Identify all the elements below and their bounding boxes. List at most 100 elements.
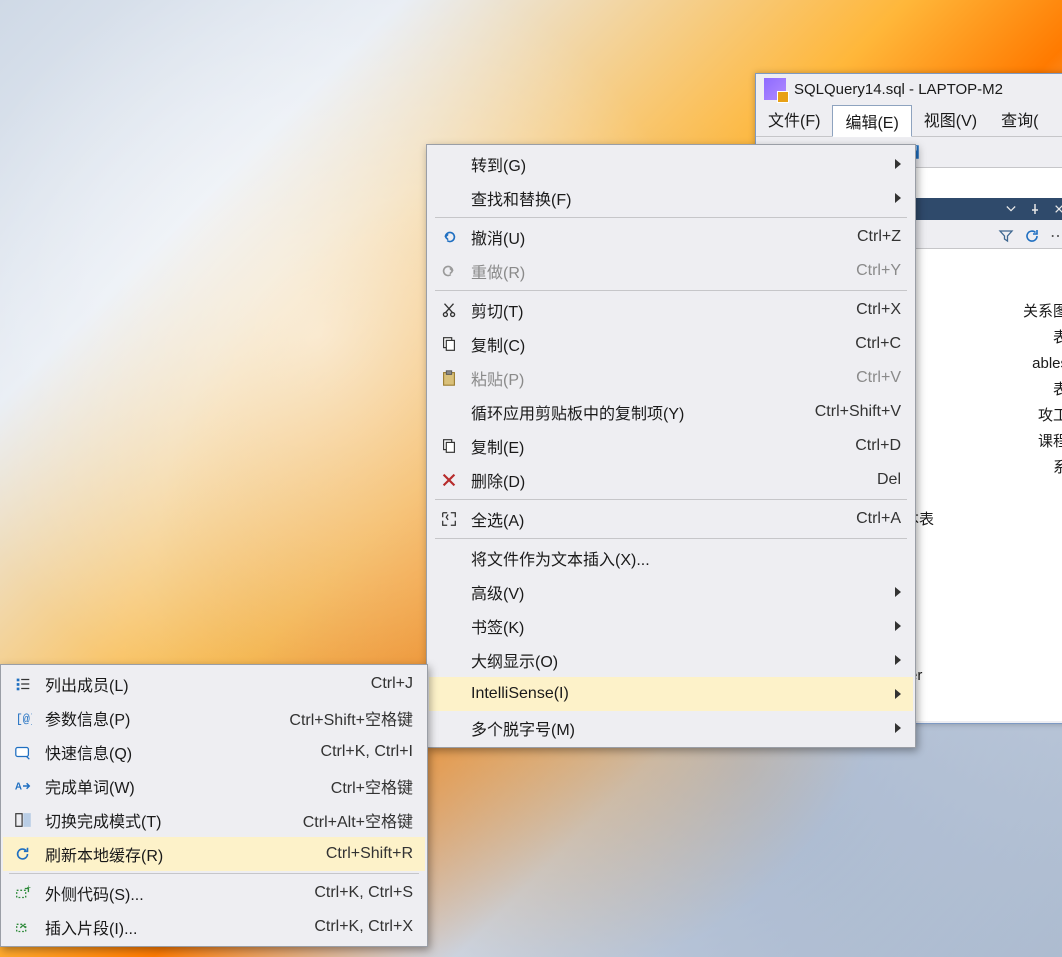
intellisense-item-5[interactable]: 刷新本地缓存(R) Ctrl+Shift+R [3, 837, 425, 871]
menu-item-label: 粘贴(P) [471, 366, 848, 390]
edit-menu-item-19[interactable]: IntelliSense(I) [429, 677, 913, 711]
edit-menu-item-3[interactable]: 撤消(U) Ctrl+Z [429, 220, 913, 254]
menu-item-label: 完成单词(W) [45, 774, 323, 798]
menu-item-shortcut: Ctrl+Z [857, 228, 901, 246]
snippet-icon [9, 918, 37, 936]
menu-item-label: 删除(D) [471, 468, 869, 492]
svg-text:+: + [27, 884, 31, 891]
menu-item-label: IntelliSense(I) [471, 685, 879, 703]
edit-menu-item-16[interactable]: 高级(V) [429, 575, 913, 609]
submenu-arrow-icon [895, 159, 901, 169]
menu-item-shortcut: Ctrl+Y [856, 262, 901, 280]
menu-item-shortcut: Ctrl+Shift+R [326, 845, 413, 863]
menu-item-label: 重做(R) [471, 259, 848, 283]
redo-icon [435, 262, 463, 280]
menu-item-shortcut: Del [877, 471, 901, 489]
intellisense-item-4[interactable]: 切换完成模式(T) Ctrl+Alt+空格键 [3, 803, 425, 837]
menu-item-shortcut: Ctrl+A [856, 510, 901, 528]
menu-item-label: 切换完成模式(T) [45, 808, 295, 832]
submenu-arrow-icon [895, 193, 901, 203]
delete-icon [435, 471, 463, 489]
menu-item-label: 刷新本地缓存(R) [45, 842, 318, 866]
edit-menu-item-17[interactable]: 书签(K) [429, 609, 913, 643]
menu-item-shortcut: Ctrl+V [856, 369, 901, 387]
menu-separator [435, 217, 907, 218]
intellisense-item-1[interactable]: [@]参数信息(P)Ctrl+Shift+空格键 [3, 701, 425, 735]
edit-menu-item-18[interactable]: 大纲显示(O) [429, 643, 913, 677]
menu-item-label: 循环应用剪贴板中的复制项(Y) [471, 400, 807, 424]
menu-item-label: 转到(G) [471, 152, 879, 176]
close-icon[interactable] [1050, 200, 1062, 218]
refresh-icon [9, 845, 37, 863]
edit-menu-item-7[interactable]: 复制(C) Ctrl+C [429, 327, 913, 361]
submenu-arrow-icon [895, 689, 901, 699]
menubar-item-3[interactable]: 查询( [989, 104, 1050, 136]
more-icon[interactable]: ⋯ [1048, 226, 1062, 246]
menu-separator [435, 499, 907, 500]
menu-item-label: 书签(K) [471, 614, 879, 638]
svg-text:A: A [15, 782, 22, 793]
menu-item-label: 列出成员(L) [45, 672, 363, 696]
edit-menu-item-10[interactable]: 复制(E) Ctrl+D [429, 429, 913, 463]
refresh-icon[interactable] [1022, 226, 1042, 246]
param-info-icon: [@] [9, 709, 37, 727]
menu-item-shortcut: Ctrl+D [855, 437, 901, 455]
title-bar[interactable]: SQLQuery14.sql - LAPTOP-M2 [756, 74, 1062, 104]
copy-icon [435, 335, 463, 353]
menu-item-shortcut: Ctrl+Shift+V [815, 403, 901, 421]
menu-item-label: 撤消(U) [471, 225, 849, 249]
intellisense-submenu: 列出成员(L)Ctrl+J[@]参数信息(P)Ctrl+Shift+空格键快速信… [0, 664, 428, 947]
menu-item-label: 大纲显示(O) [471, 648, 879, 672]
menubar-item-2[interactable]: 视图(V) [912, 104, 989, 136]
intellisense-item-0[interactable]: 列出成员(L) Ctrl+J [3, 667, 425, 701]
menu-item-shortcut: Ctrl+X [856, 301, 901, 319]
intellisense-item-3[interactable]: A 完成单词(W) Ctrl+空格键 [3, 769, 425, 803]
intellisense-item-8[interactable]: 插入片段(I)...Ctrl+K, Ctrl+X [3, 910, 425, 944]
app-icon [764, 78, 786, 100]
menubar: 文件(F)编辑(E)视图(V)查询( [756, 104, 1062, 137]
filter-icon[interactable] [996, 226, 1016, 246]
menu-item-label: 高级(V) [471, 580, 879, 604]
edit-menu-item-4: 重做(R) Ctrl+Y [429, 254, 913, 288]
menu-item-label: 快速信息(Q) [45, 740, 313, 764]
chevron-down-icon[interactable] [1002, 200, 1020, 218]
menu-item-shortcut: Ctrl+C [855, 335, 901, 353]
toggle-completion-icon [9, 811, 37, 829]
menu-item-label: 插入片段(I)... [45, 915, 306, 939]
edit-menu-item-6[interactable]: 剪切(T) Ctrl+X [429, 293, 913, 327]
menu-item-label: 复制(C) [471, 332, 847, 356]
edit-menu-item-9[interactable]: 循环应用剪贴板中的复制项(Y) Ctrl+Shift+V [429, 395, 913, 429]
menu-item-label: 外侧代码(S)... [45, 881, 306, 905]
edit-menu-item-13[interactable]: 全选(A) Ctrl+A [429, 502, 913, 536]
menubar-item-1[interactable]: 编辑(E) [832, 105, 911, 137]
pin-icon[interactable] [1026, 200, 1044, 218]
menu-separator [435, 290, 907, 291]
edit-menu-item-0[interactable]: 转到(G) [429, 147, 913, 181]
menu-item-shortcut: Ctrl+空格键 [331, 774, 413, 798]
edit-menu-item-20[interactable]: 多个脱字号(M) [429, 711, 913, 745]
edit-menu-item-11[interactable]: 删除(D) Del [429, 463, 913, 497]
intellisense-item-2[interactable]: 快速信息(Q) Ctrl+K, Ctrl+I [3, 735, 425, 769]
copy-icon [435, 437, 463, 455]
submenu-arrow-icon [895, 655, 901, 665]
intellisense-item-7[interactable]: +外侧代码(S)...Ctrl+K, Ctrl+S [3, 876, 425, 910]
surround-icon: + [9, 884, 37, 902]
menu-item-label: 多个脱字号(M) [471, 716, 879, 740]
menubar-item-0[interactable]: 文件(F) [756, 104, 832, 136]
menu-item-label: 复制(E) [471, 434, 847, 458]
menu-item-shortcut: Ctrl+J [371, 675, 413, 693]
menu-item-shortcut: Ctrl+Shift+空格键 [289, 706, 413, 730]
submenu-arrow-icon [895, 723, 901, 733]
svg-text:[@]: [@] [16, 713, 32, 727]
edit-menu-item-1[interactable]: 查找和替换(F) [429, 181, 913, 215]
menu-item-label: 全选(A) [471, 507, 848, 531]
submenu-arrow-icon [895, 621, 901, 631]
edit-menu-item-15[interactable]: 将文件作为文本插入(X)... [429, 541, 913, 575]
menu-separator [9, 873, 419, 874]
menu-item-shortcut: Ctrl+Alt+空格键 [303, 808, 413, 832]
menu-item-shortcut: Ctrl+K, Ctrl+I [321, 743, 413, 761]
menu-item-label: 将文件作为文本插入(X)... [471, 546, 901, 570]
menu-item-label: 查找和替换(F) [471, 186, 879, 210]
edit-menu-popup: 转到(G) 查找和替换(F) 撤消(U) Ctrl+Z 重做(R) Ctrl+Y 剪切(T)… [426, 144, 916, 748]
menu-item-label: 剪切(T) [471, 298, 848, 322]
